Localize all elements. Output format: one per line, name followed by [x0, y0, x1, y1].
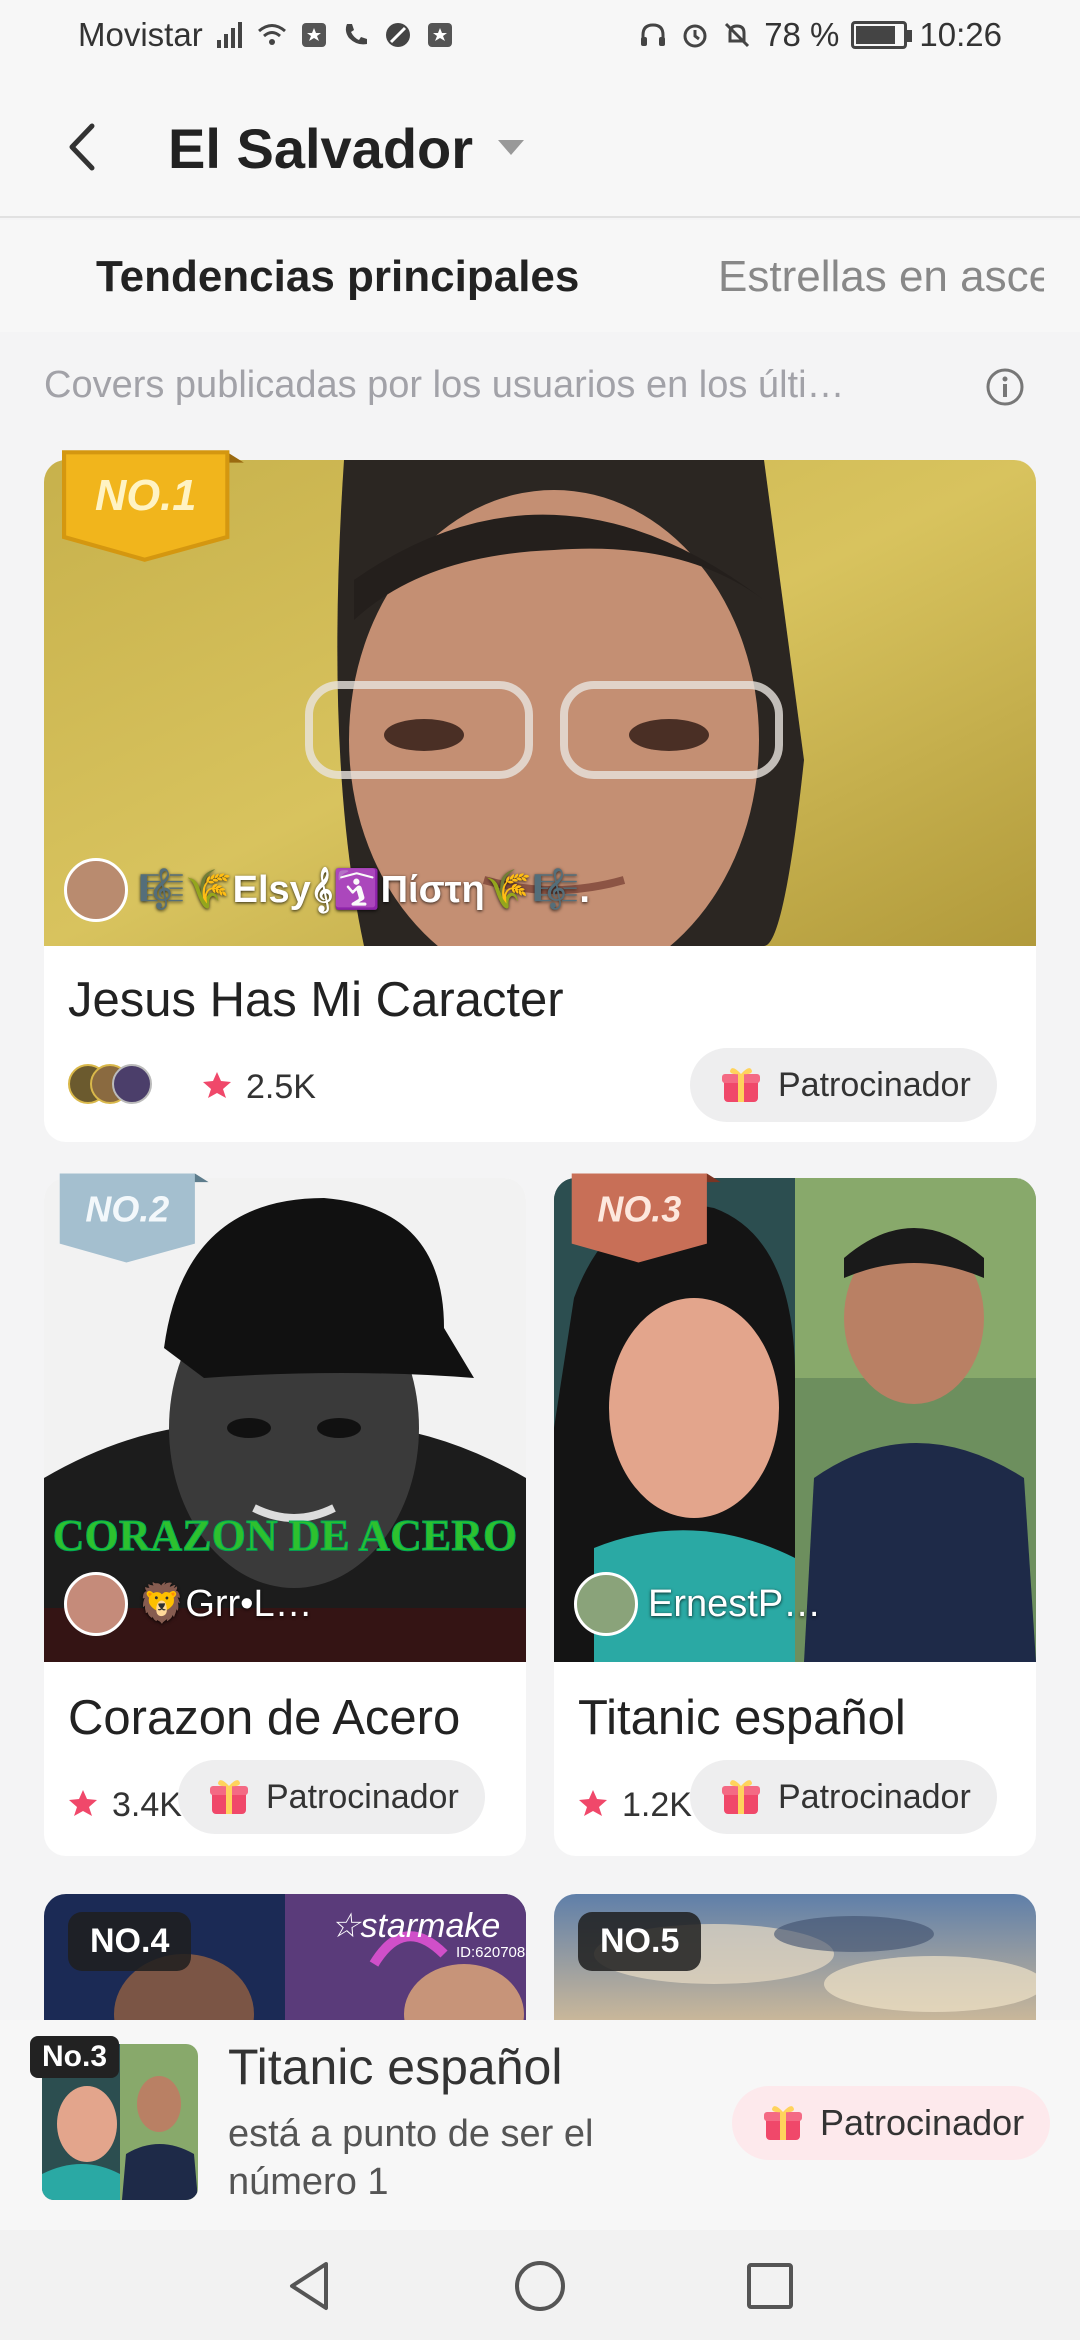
wifi-icon: [257, 24, 286, 45]
watermark-id: ID:6207083454: [456, 1944, 526, 1961]
rank-badge: NO.4: [68, 1912, 192, 1971]
gift-icon: [764, 2106, 802, 2140]
song-title[interactable]: Titanic español: [578, 1690, 906, 1746]
sponsor-label[interactable]: Patrocinador: [778, 1778, 971, 1817]
promo-sponsor-label[interactable]: Patrocinador: [820, 2102, 1024, 2144]
sponsor-label[interactable]: Patrocinador: [266, 1778, 459, 1817]
list-description: Covers publicadas por los usuarios en lo…: [44, 364, 845, 406]
rank-label: NO.1: [95, 472, 196, 520]
song-title[interactable]: Corazon de Acero: [68, 1690, 460, 1746]
system-navigation-bar: [0, 2230, 1080, 2340]
star-icon: [579, 1790, 607, 1816]
status-bar: Movistar 78 % 10:26: [0, 0, 1080, 72]
alarm-icon: [683, 24, 707, 48]
promo-banner[interactable]: No.3 Titanic español está a punto de ser…: [0, 2020, 1080, 2230]
back-button[interactable]: [50, 112, 120, 182]
star-count: 2.5K: [246, 1068, 316, 1106]
page-title[interactable]: El Salvador: [168, 116, 473, 181]
nav-back-icon[interactable]: [280, 2256, 340, 2316]
clock: 10:26: [919, 16, 1002, 53]
tab-bar: Tendencias principales Estrellas en asce…: [0, 220, 1080, 332]
rank-badge-bronze: NO.3: [571, 1173, 721, 1263]
header: El Salvador: [0, 72, 1080, 218]
uploader[interactable]: 🦁Grr•L…: [64, 1572, 324, 1636]
app-notification-icon: [301, 23, 326, 47]
tab-estrellas-en-ascenso[interactable]: Estrellas en ascenso: [718, 252, 1044, 302]
uploader[interactable]: 🎼🌾Elsy𝄞🛐Πίστη🌾🎼.: [64, 858, 964, 922]
watermark-text: starmake: [360, 1907, 501, 1945]
watermark: ☆starmake: [330, 1907, 501, 1945]
signal-icon: [216, 22, 242, 48]
nav-recents-icon[interactable]: [740, 2256, 800, 2316]
supporter-avatars[interactable]: [68, 1064, 152, 1108]
sponsor-label[interactable]: Patrocinador: [778, 1066, 971, 1105]
sponsor-button[interactable]: Patrocinador: [178, 1760, 485, 1834]
uploader-avatar[interactable]: [64, 858, 128, 922]
uploader-name[interactable]: ErnestP…: [648, 1583, 821, 1626]
headphones-icon: [641, 23, 666, 46]
rank-label: NO.3: [597, 1188, 681, 1229]
phone-icon: [345, 24, 367, 45]
rank-badge-silver: NO.2: [59, 1173, 209, 1263]
notifications-off-icon: [725, 22, 750, 48]
gift-icon: [210, 1780, 248, 1814]
gift-icon: [722, 1068, 760, 1102]
battery-percent: 78 %: [764, 16, 840, 53]
supporter-avatar: [112, 1064, 152, 1104]
uploader[interactable]: ErnestP…: [574, 1572, 834, 1636]
uploader-avatar[interactable]: [64, 1572, 128, 1636]
status-left: Movistar: [78, 16, 455, 54]
nav-home-icon[interactable]: [510, 2256, 570, 2316]
star-count: 1.2K: [622, 1786, 692, 1824]
sponsor-button[interactable]: Patrocinador: [690, 1048, 997, 1122]
battery-fill: [856, 26, 896, 44]
song-card-5[interactable]: NO.5: [554, 1894, 1036, 2020]
sponsor-button[interactable]: Patrocinador: [690, 1760, 997, 1834]
cover-text: CORAZON DE ACERO: [53, 1511, 518, 1560]
tab-tendencias-principales[interactable]: Tendencias principales: [96, 252, 579, 302]
star-icon: [203, 1072, 231, 1098]
song-card-3[interactable]: ErnestP… Titanic español 1.2K Patrocinad…: [554, 1178, 1036, 1856]
promo-title[interactable]: Titanic español: [228, 2038, 562, 2096]
gift-icon: [722, 1780, 760, 1814]
location-off-icon: [385, 23, 410, 47]
promo-subtitle: está a punto de ser el número 1: [228, 2113, 594, 2203]
song-card-4[interactable]: ☆starmake ID:6207083454 NO.4: [44, 1894, 526, 2020]
star-count: 3.4K: [112, 1786, 182, 1824]
star-icon: [69, 1790, 97, 1816]
rank-label: NO.2: [85, 1188, 169, 1229]
rank-badge: NO.5: [578, 1912, 702, 1971]
info-icon[interactable]: [984, 366, 1026, 408]
promo-rank-badge: No.3: [30, 2036, 120, 2078]
status-right: 78 % 10:26: [638, 16, 1002, 54]
rank-badge-gold: NO.1: [62, 450, 244, 562]
promo-sponsor-button[interactable]: Patrocinador: [732, 2086, 1051, 2160]
carrier-label: Movistar: [78, 16, 203, 53]
song-title[interactable]: Jesus Has Mi Caracter: [68, 972, 564, 1028]
uploader-name[interactable]: 🎼🌾Elsy𝄞🛐Πίστη🌾🎼.: [138, 868, 590, 912]
region-dropdown-icon[interactable]: [498, 140, 524, 155]
uploader-name[interactable]: 🦁Grr•L…: [138, 1582, 313, 1626]
battery-icon: [851, 21, 913, 49]
song-card-2[interactable]: CORAZON DE ACERO 🦁Grr•L… Corazon de Acer…: [44, 1178, 526, 1856]
uploader-avatar[interactable]: [574, 1572, 638, 1636]
app-notification-icon-2: [427, 23, 452, 47]
